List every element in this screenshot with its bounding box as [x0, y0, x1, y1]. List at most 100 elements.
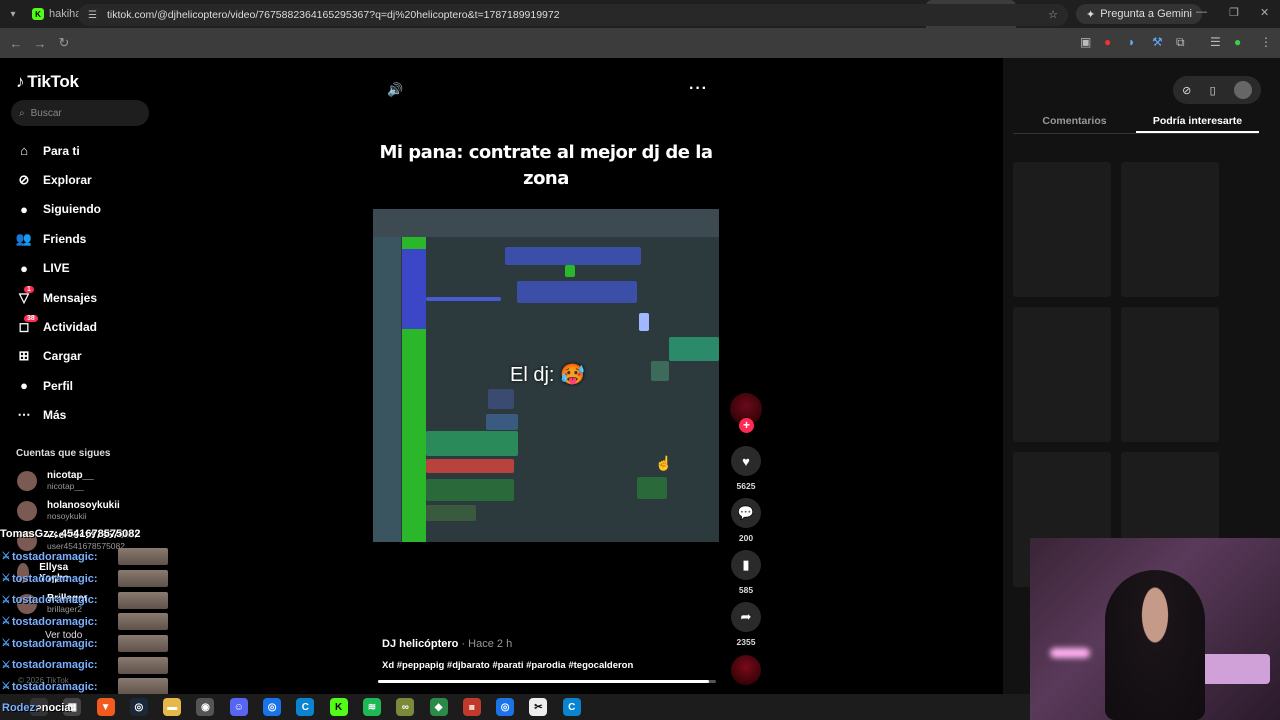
- chat-emote: [118, 656, 168, 674]
- capcut-icon[interactable]: ✂: [529, 698, 548, 716]
- back-icon[interactable]: ←: [4, 36, 28, 51]
- user-avatar[interactable]: [1233, 81, 1252, 99]
- app-icon[interactable]: C: [562, 698, 581, 716]
- sword-badge-icon: ⚔: [1, 573, 11, 585]
- obs-icon[interactable]: ◉: [196, 698, 215, 716]
- video-progress-bar[interactable]: [378, 680, 716, 683]
- forward-icon[interactable]: →: [28, 36, 52, 51]
- chat-message: ⚔ tostadoramagic:: [0, 633, 175, 655]
- file-explorer-icon[interactable]: ▬: [163, 698, 182, 716]
- daw-pattern-block: [402, 249, 426, 329]
- chrome-icon[interactable]: ◎: [263, 698, 282, 716]
- author-name[interactable]: DJ helicóptero: [382, 638, 458, 650]
- chat-emote: [118, 678, 168, 696]
- gemini-button[interactable]: ✦ Pregunta a Gemini: [1076, 4, 1202, 24]
- account-name: holanosoykukii: [47, 500, 120, 511]
- profile-avatar-icon[interactable]: ●: [1234, 35, 1241, 49]
- chat-message: ⚔ tostadoramagic:: [0, 654, 175, 676]
- maximize-icon[interactable]: ❐: [1229, 6, 1239, 19]
- app-icon[interactable]: C: [296, 698, 315, 716]
- like-button[interactable]: ♥ 5625: [731, 446, 761, 491]
- nav-item-m-s[interactable]: ⋯ Más: [14, 401, 101, 430]
- nav-item-actividad[interactable]: ◻ Actividad 38: [14, 312, 101, 341]
- nav-item-siguiendo[interactable]: ● Siguiendo: [14, 195, 101, 224]
- extensions-puzzle-icon[interactable]: ⧉: [1176, 35, 1185, 50]
- sword-badge-icon: ⚔: [1, 594, 11, 606]
- progress-fill: [378, 680, 710, 683]
- chat-emote: [118, 635, 168, 653]
- app-icon[interactable]: ▤: [462, 698, 481, 716]
- nav-label: Cargar: [43, 349, 82, 364]
- search-input[interactable]: ⌕ Buscar: [11, 100, 149, 126]
- device-icon[interactable]: ▯: [1210, 84, 1216, 97]
- tab-comments[interactable]: Comentarios: [1013, 108, 1136, 133]
- notification-badge: 1: [24, 285, 34, 293]
- more-options-icon[interactable]: ···: [689, 80, 708, 98]
- audio-clip: [426, 431, 518, 456]
- suggested-video-thumb[interactable]: [1013, 307, 1111, 442]
- comment-button[interactable]: 💬 200: [731, 498, 761, 543]
- video-author[interactable]: DJ helicóptero · Hace 2 h: [382, 638, 512, 650]
- close-window-icon[interactable]: ✕: [1260, 6, 1269, 19]
- nav-item-friends[interactable]: 👥 Friends: [14, 224, 101, 253]
- sword-badge-icon: ⚔: [1, 551, 11, 563]
- nav-item-perfil[interactable]: ● Perfil: [14, 371, 101, 400]
- creator-avatar[interactable]: +: [730, 393, 762, 433]
- followed-account[interactable]: nicotap__ nicotap__: [17, 470, 94, 491]
- app-icon[interactable]: ∞: [396, 698, 415, 716]
- nav-item-para-ti[interactable]: ⌂ Para ti: [14, 136, 101, 165]
- suggested-video-thumb[interactable]: [1121, 307, 1219, 442]
- app-icon[interactable]: ◆: [429, 698, 448, 716]
- gemini-label: Pregunta a Gemini: [1100, 8, 1192, 20]
- tiktok-logo[interactable]: ♪ TikTok: [16, 72, 79, 92]
- steam-icon[interactable]: ◎: [129, 698, 148, 716]
- music-disc-icon[interactable]: [731, 655, 761, 685]
- upload-icon: ⊞: [18, 348, 30, 364]
- chrome-menu-icon[interactable]: ⋮: [1260, 35, 1272, 49]
- tab-search-icon[interactable]: ▾: [0, 0, 26, 28]
- followed-account[interactable]: holanosoykukii nosoykukii: [17, 500, 120, 521]
- sword-badge-icon: ⚔: [1, 616, 11, 628]
- save-button[interactable]: ▮ 585: [731, 550, 761, 595]
- reload-icon[interactable]: ↻: [52, 35, 76, 51]
- chat-username: Rodez:: [2, 702, 39, 714]
- extension-icon[interactable]: ●: [1104, 35, 1111, 49]
- share-count: 2355: [736, 637, 756, 647]
- site-info-icon[interactable]: ☰: [88, 10, 97, 21]
- extension-icon[interactable]: ▣: [1080, 35, 1091, 49]
- audio-clip: [651, 361, 669, 381]
- extension-icon[interactable]: ◗: [1128, 35, 1135, 49]
- compass-icon[interactable]: ⊘: [1182, 84, 1191, 97]
- nav-item-explorar[interactable]: ⊘ Explorar: [14, 165, 101, 194]
- bookmark-star-icon[interactable]: ☆: [1048, 8, 1058, 21]
- discord-icon[interactable]: ☺: [229, 698, 248, 716]
- tab-suggested[interactable]: Podría interesarte: [1136, 108, 1259, 133]
- reading-list-icon[interactable]: ☰: [1210, 35, 1221, 49]
- chat-message: ⚔ tostadoramagic:: [0, 546, 175, 568]
- volume-icon[interactable]: 🔊: [387, 82, 403, 98]
- chrome-icon[interactable]: ◎: [496, 698, 515, 716]
- nav-item-live[interactable]: ● LIVE: [14, 254, 101, 283]
- brave-icon[interactable]: ▼: [96, 698, 115, 716]
- stream-chat: TomasGzz: 4541678575082 ⚔ tostadoramagic:…: [0, 528, 175, 698]
- chat-emote: [118, 548, 168, 566]
- mouse-cursor-icon: ☝: [655, 455, 673, 471]
- follow-plus-icon[interactable]: +: [739, 418, 754, 433]
- daw-toolbar: [373, 209, 719, 237]
- extension-icon[interactable]: ⚒: [1152, 35, 1163, 49]
- kick-icon[interactable]: K: [329, 698, 348, 716]
- daw-track-list: [373, 237, 401, 542]
- nav-label: Explorar: [43, 173, 92, 188]
- share-button[interactable]: ➦ 2355: [731, 602, 761, 647]
- nav-item-mensajes[interactable]: ▽ Mensajes 1: [14, 283, 101, 312]
- nav-item-cargar[interactable]: ⊞ Cargar: [14, 342, 101, 371]
- suggested-video-thumb[interactable]: [1121, 162, 1219, 297]
- main-nav: ⌂ Para ti ⊘ Explorar ● Siguiendo 👥 Friends ● LIVE…: [14, 136, 101, 430]
- spotify-icon[interactable]: ≋: [362, 698, 381, 716]
- url-field[interactable]: ☰ tiktok.com/@djhelicoptero/video/767588…: [78, 4, 1068, 26]
- right-tabs: Comentarios Podría interesarte: [1013, 108, 1259, 134]
- chat-username: tostadoramagic:: [12, 659, 98, 672]
- minimize-icon[interactable]: —: [1196, 6, 1207, 18]
- live-icon: ●: [20, 260, 28, 276]
- suggested-video-thumb[interactable]: [1013, 162, 1111, 297]
